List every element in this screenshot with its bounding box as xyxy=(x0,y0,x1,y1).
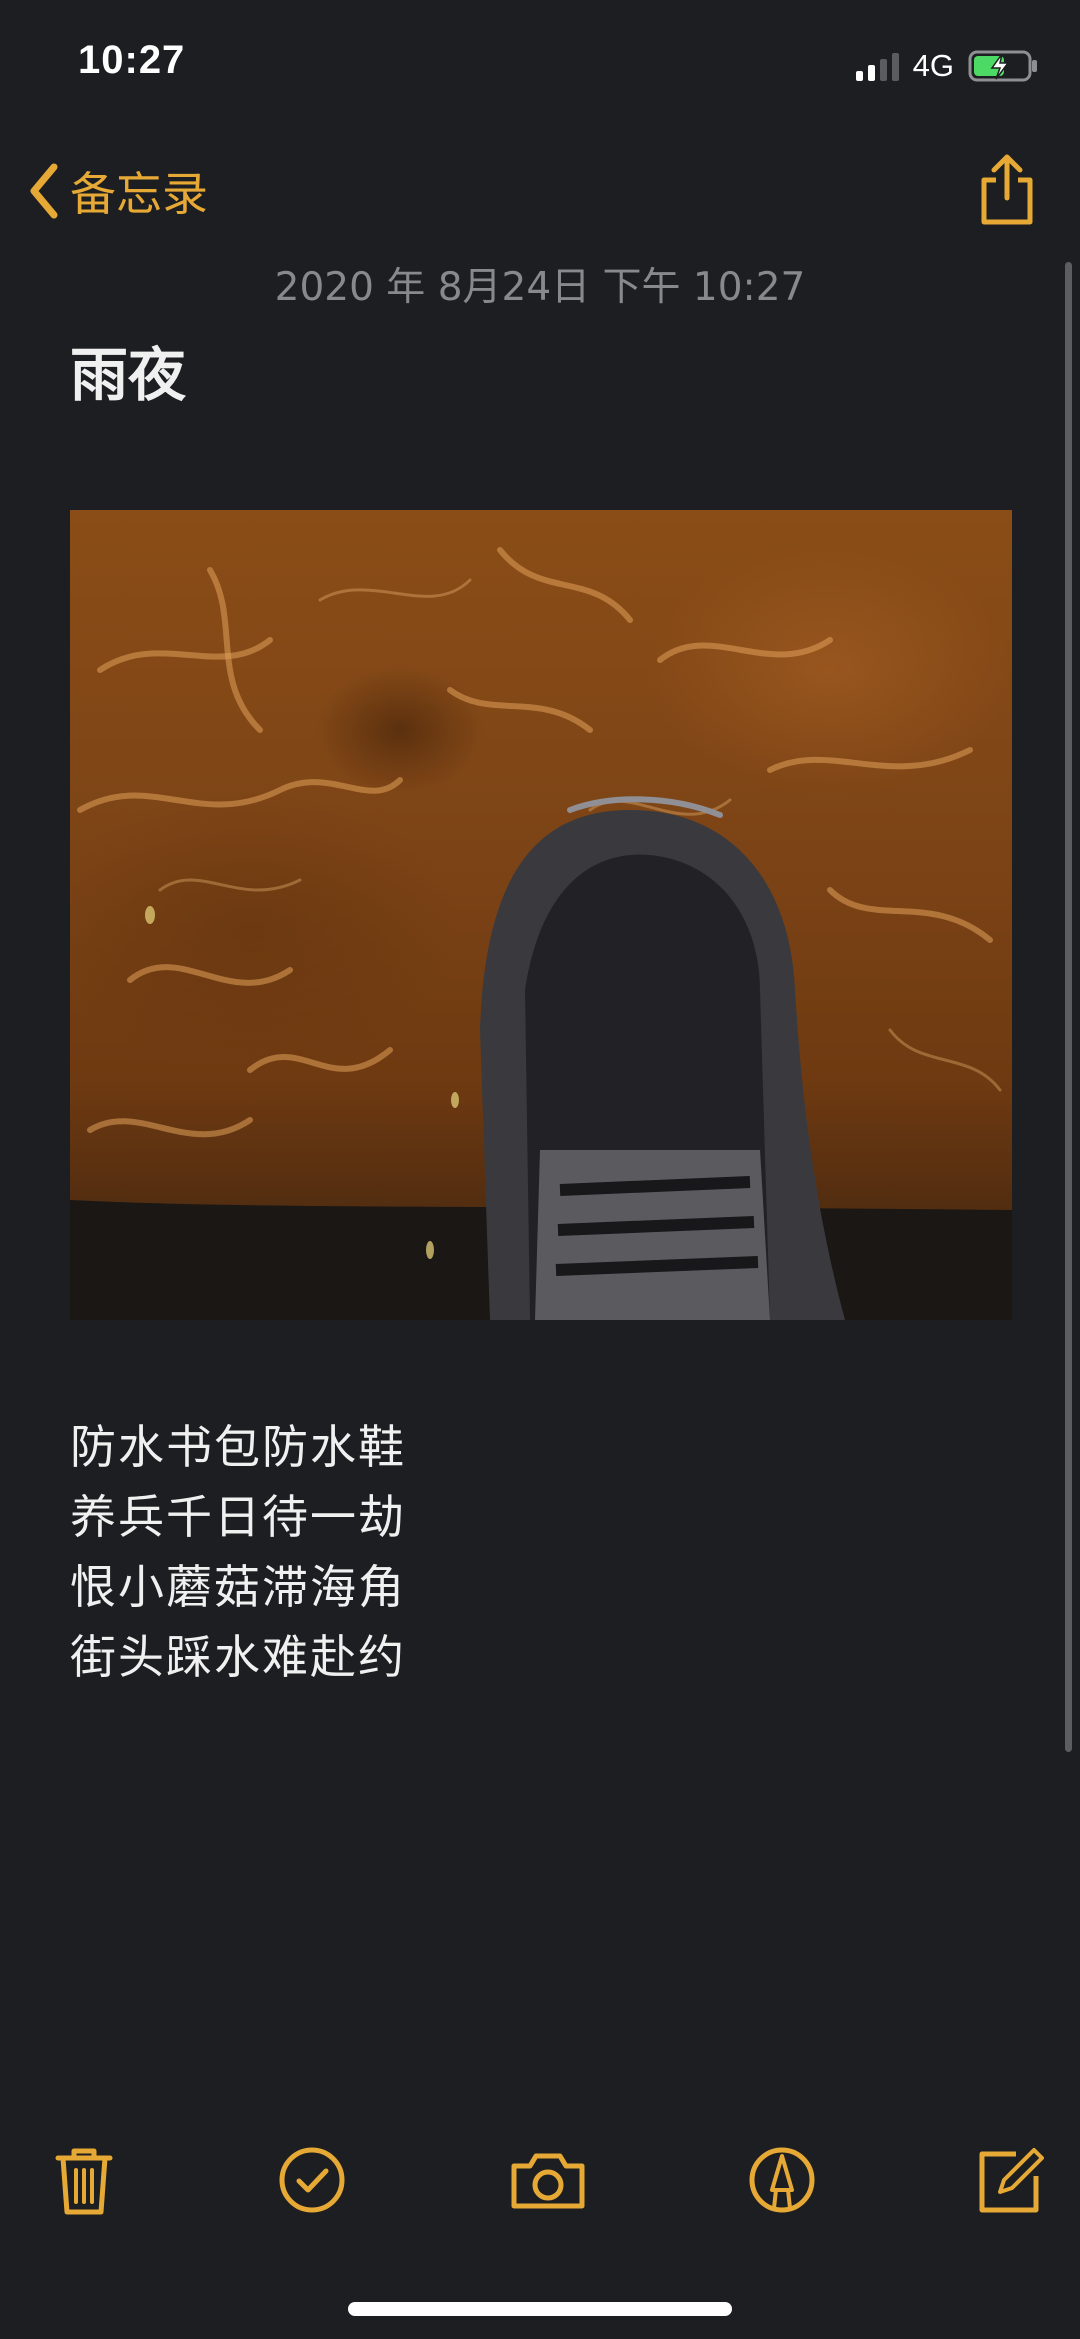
camera-button[interactable] xyxy=(508,2140,588,2220)
battery-charging-icon xyxy=(968,50,1037,82)
photo-wet-pavement-with-shoe xyxy=(70,547,1012,1320)
note-photo-attachment[interactable] xyxy=(70,510,1012,1320)
trash-icon xyxy=(55,2148,113,2215)
cellular-signal-icon xyxy=(855,51,899,81)
note-title[interactable]: 雨夜 xyxy=(70,328,186,412)
checklist-button[interactable] xyxy=(272,2140,352,2220)
home-indicator[interactable] xyxy=(348,2302,732,2316)
status-time: 10:27 xyxy=(78,38,186,82)
note-line: 恨小蘑菇滞海角 xyxy=(70,1560,406,1614)
back-button-label: 备忘录 xyxy=(70,167,208,221)
compose-icon xyxy=(979,2148,1044,2213)
markup-button[interactable] xyxy=(742,2140,822,2220)
note-line: 防水书包防水鞋 xyxy=(70,1420,406,1474)
chevron-left-icon xyxy=(30,163,58,219)
note-date: 2020 年 8月24日 下午 10:27 xyxy=(274,265,806,310)
share-icon xyxy=(981,154,1033,225)
note-body[interactable]: 防水书包防水鞋 养兵千日待一劫 恨小蘑菇滞海角 街头踩水难赴约 xyxy=(70,1412,406,1692)
checkmark-circle-icon xyxy=(279,2147,345,2213)
note-line: 养兵千日待一劫 xyxy=(70,1490,406,1544)
status-indicators: 4G xyxy=(855,46,1040,86)
camera-icon xyxy=(511,2153,585,2209)
network-type-label: 4G xyxy=(912,48,954,83)
note-line: 街头踩水难赴约 xyxy=(70,1630,406,1684)
share-button[interactable] xyxy=(974,150,1040,228)
pen-markup-icon xyxy=(749,2147,815,2213)
scrollbar[interactable] xyxy=(1065,262,1072,1752)
back-button[interactable]: 备忘录 xyxy=(26,158,208,224)
compose-button[interactable] xyxy=(970,2140,1050,2220)
delete-button[interactable] xyxy=(44,2140,124,2220)
